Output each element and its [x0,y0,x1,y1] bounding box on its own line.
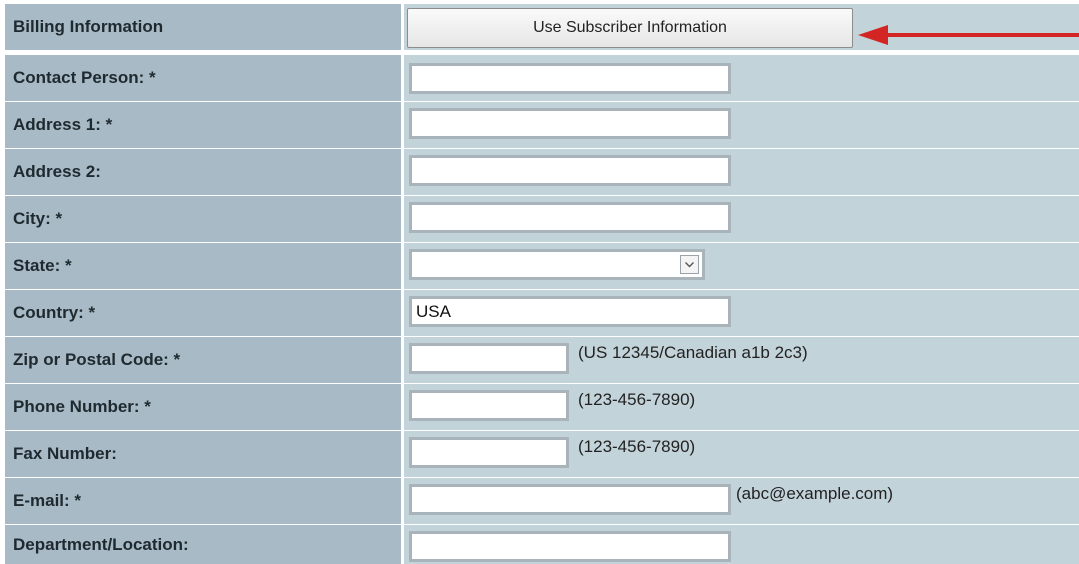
zip-row: Zip or Postal Code: * (US 12345/Canadian… [0,337,1079,383]
address2-value-cell [404,149,1079,195]
email-input[interactable] [409,484,731,515]
department-value-cell [404,525,1079,564]
zip-format-hint: (US 12345/Canadian a1b 2c3) [578,343,808,362]
department-input[interactable] [409,531,731,562]
email-format-hint: (abc@example.com) [736,484,894,503]
state-label: State: * [5,243,401,289]
address2-row: Address 2: [0,149,1079,195]
phone-value-cell: (123-456-7890) [404,384,1079,430]
city-row: City: * [0,196,1079,242]
department-label: Department/Location: [5,525,401,564]
red-arrow-annotation-icon [858,25,1079,45]
fax-value-cell: (123-456-7890) [404,431,1079,477]
address1-value-cell [404,102,1079,148]
state-row: State: * [0,243,1079,289]
email-row: E-mail: * (abc@example.com) [0,478,1079,524]
contact-person-row: Contact Person: * [0,55,1079,101]
billing-form: Billing Information Use Subscriber Infor… [0,0,1079,564]
city-value-cell [404,196,1079,242]
fax-input[interactable] [409,437,569,468]
email-label: E-mail: * [5,478,401,524]
fax-row: Fax Number: (123-456-7890) [0,431,1079,477]
department-row: Department/Location: [0,525,1079,564]
use-subscriber-information-button[interactable]: Use Subscriber Information [407,8,853,48]
zip-value-cell: (US 12345/Canadian a1b 2c3) [404,337,1079,383]
country-input[interactable] [409,296,731,327]
phone-row: Phone Number: * (123-456-7890) [0,384,1079,430]
contact-person-input[interactable] [409,63,731,94]
country-value-cell [404,290,1079,336]
chevron-down-icon[interactable] [680,255,699,274]
city-label: City: * [5,196,401,242]
zip-input[interactable] [409,343,569,374]
address1-row: Address 1: * [0,102,1079,148]
city-input[interactable] [409,202,731,233]
address1-label: Address 1: * [5,102,401,148]
phone-format-hint: (123-456-7890) [578,390,696,409]
state-select[interactable] [409,249,705,280]
contact-person-label: Contact Person: * [5,55,401,101]
phone-input[interactable] [409,390,569,421]
country-row: Country: * [0,290,1079,336]
address1-input[interactable] [409,108,731,139]
billing-information-heading: Billing Information [5,4,401,50]
zip-label: Zip or Postal Code: * [5,337,401,383]
address2-input[interactable] [409,155,731,186]
phone-label: Phone Number: * [5,384,401,430]
country-label: Country: * [5,290,401,336]
contact-person-value-cell [404,55,1079,101]
address2-label: Address 2: [5,149,401,195]
fax-label: Fax Number: [5,431,401,477]
email-value-cell: (abc@example.com) [404,478,1079,524]
fax-format-hint: (123-456-7890) [578,437,696,456]
